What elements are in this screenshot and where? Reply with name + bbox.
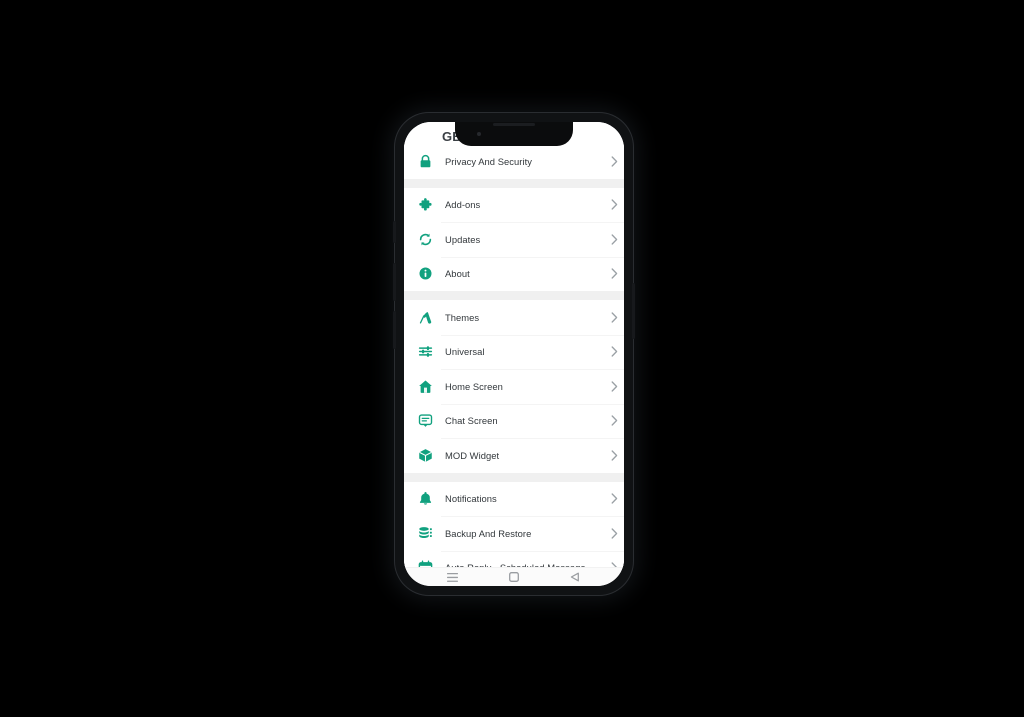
phone-notch — [455, 122, 573, 146]
chevron-right-icon[interactable] — [610, 493, 619, 505]
chevron-right-icon[interactable] — [610, 346, 619, 358]
settings-list-item-label: Auto Reply - Scheduled Message — [445, 562, 610, 567]
settings-list-item[interactable]: Notifications — [404, 481, 624, 516]
phone-device-frame: GBW Privacy And Security Add-ons — [393, 113, 635, 595]
chevron-right-icon[interactable] — [610, 233, 619, 245]
phone-volume-down-button[interactable] — [393, 311, 396, 349]
settings-list-item[interactable]: About — [404, 256, 624, 291]
settings-list-item[interactable]: Chat Screen — [404, 403, 624, 438]
settings-list-item[interactable]: Add-ons — [404, 187, 624, 222]
front-camera-icon — [477, 132, 481, 136]
settings-section: Privacy And Security — [404, 144, 624, 179]
settings-list-item[interactable]: Themes — [404, 300, 624, 335]
database-icon — [417, 525, 434, 542]
chevron-right-icon[interactable] — [610, 268, 619, 280]
settings-list-item-label: Universal — [445, 346, 485, 358]
settings-list-item-label: About — [445, 268, 470, 280]
android-navigation-bar — [404, 567, 624, 586]
section-divider — [404, 291, 624, 300]
info-icon — [417, 265, 434, 282]
settings-list-item-label: Privacy And Security — [445, 155, 532, 167]
settings-list-item[interactable]: Updates — [404, 222, 624, 257]
phone-volume-up-button[interactable] — [393, 263, 396, 301]
phone-screen: GBW Privacy And Security Add-ons — [404, 122, 624, 586]
settings-list-item-label: Notifications — [445, 493, 497, 505]
chevron-right-icon[interactable] — [610, 562, 619, 567]
settings-list-item-label: Add-ons — [445, 199, 481, 211]
home-icon — [417, 378, 434, 395]
refresh-icon — [417, 231, 434, 248]
chevron-right-icon[interactable] — [610, 380, 619, 392]
calendar-icon — [417, 559, 434, 567]
chevron-right-icon[interactable] — [610, 449, 619, 461]
settings-section: Themes Universal Home Screen Chat Screen… — [404, 300, 624, 473]
settings-list-item[interactable]: Auto Reply - Scheduled Message — [404, 550, 624, 567]
bell-icon — [417, 490, 434, 507]
settings-section: Notifications Backup And Restore — [404, 481, 624, 567]
cube-icon — [417, 447, 434, 464]
home-square-icon[interactable] — [503, 570, 525, 584]
settings-list-item-label: Backup And Restore — [445, 527, 532, 539]
settings-section: Add-ons Updates About — [404, 187, 624, 291]
chevron-right-icon[interactable] — [610, 527, 619, 539]
section-divider — [404, 472, 624, 482]
lock-icon — [417, 153, 434, 170]
settings-list[interactable]: Privacy And Security Add-ons Updates Abo… — [404, 144, 624, 567]
phone-power-button[interactable] — [632, 283, 635, 339]
settings-list-item-label: Themes — [445, 311, 480, 323]
settings-list-item-label: Home Screen — [445, 380, 503, 392]
settings-list-item-label: Chat Screen — [445, 415, 498, 427]
screenshot-canvas: GBW Privacy And Security Add-ons — [0, 0, 1024, 717]
sliders-icon — [417, 343, 434, 360]
settings-list-item[interactable]: Home Screen — [404, 369, 624, 404]
back-triangle-icon[interactable] — [564, 570, 586, 584]
phone-mute-switch[interactable] — [393, 221, 396, 243]
recents-icon[interactable] — [442, 570, 464, 584]
chevron-right-icon[interactable] — [610, 415, 619, 427]
earpiece-speaker — [493, 123, 535, 126]
section-divider — [404, 178, 624, 188]
settings-list-item[interactable]: Privacy And Security — [404, 144, 624, 179]
chevron-right-icon[interactable] — [610, 199, 619, 211]
puzzle-piece-icon — [417, 196, 434, 213]
chevron-right-icon[interactable] — [610, 311, 619, 323]
settings-list-item[interactable]: Universal — [404, 334, 624, 369]
settings-list-item[interactable]: MOD Widget — [404, 438, 624, 473]
chevron-right-icon[interactable] — [610, 155, 619, 167]
settings-list-item-label: Updates — [445, 233, 481, 245]
settings-list-item[interactable]: Backup And Restore — [404, 516, 624, 551]
paint-roller-icon — [417, 309, 434, 326]
settings-list-item-label: MOD Widget — [445, 449, 500, 461]
chat-bubble-icon — [417, 412, 434, 429]
